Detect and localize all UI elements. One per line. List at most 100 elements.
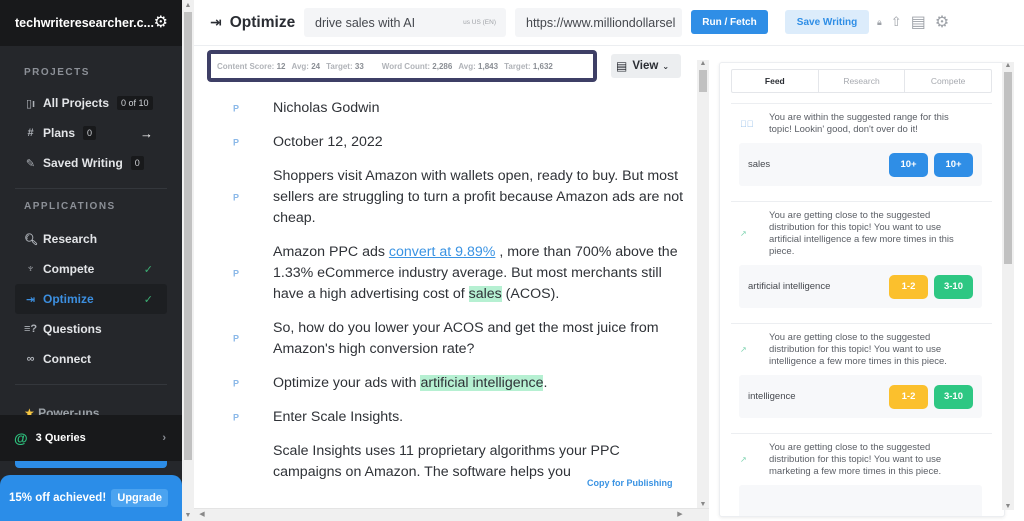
check-icon: ✓ (143, 263, 153, 276)
gear-icon[interactable]: ⚙ (154, 15, 168, 31)
paragraph-text: Amazon PPC ads (273, 244, 389, 260)
paragraph[interactable]: P So, how do you lower your ACOS and get… (194, 318, 697, 360)
document-icon[interactable]: ▤ (911, 12, 926, 32)
promo-text: 15% off achieved! (9, 492, 107, 504)
keyword-row (739, 485, 982, 516)
view-dropdown[interactable]: ▤ View ⌄ (611, 54, 681, 78)
scroll-up-icon[interactable]: ▲ (697, 60, 709, 67)
divider (15, 188, 167, 189)
paragraph[interactable]: P Amazon PPC ads convert at 9.89% , more… (194, 242, 697, 305)
paragraph[interactable]: P October 12, 2022 (194, 132, 697, 153)
org-name[interactable]: techwriteresearcher.c... (15, 16, 154, 30)
layout-icon: ▤ (616, 59, 628, 73)
scrollbar-thumb[interactable] (1004, 72, 1012, 264)
scroll-down-icon[interactable]: ▼ (697, 501, 709, 508)
queries-label: 3 Queries (35, 432, 86, 444)
scroll-left-icon[interactable]: ◀ (196, 510, 208, 518)
scroll-right-icon[interactable]: ▶ (674, 510, 686, 518)
projects-icon: ▯ı (25, 97, 36, 110)
panel-tabs: Feed Research Compete (731, 69, 992, 93)
scroll-down-icon[interactable]: ▼ (182, 512, 194, 519)
target-range-badge: 3-10 (934, 384, 973, 409)
feed-message: You are getting close to the suggested d… (769, 332, 947, 367)
sidebar-item-label: Compete (43, 262, 95, 276)
inline-link[interactable]: convert at 9.89% (389, 244, 495, 260)
sidebar-item-connect[interactable]: ∞ Connect (15, 344, 167, 374)
editor[interactable]: P Nicholas Godwin P October 12, 2022 P S… (194, 90, 697, 508)
feed-message: You are getting close to the suggested d… (769, 210, 954, 257)
scroll-up-icon[interactable]: ▲ (1002, 62, 1014, 69)
content-avg-value: 24 (311, 61, 321, 71)
arrow-right-icon[interactable]: → (140, 126, 153, 141)
paragraph[interactable]: P Nicholas Godwin (194, 98, 697, 119)
sidebar-item-compete[interactable]: ♆ Compete ✓ (15, 254, 167, 284)
keyword-highlight: sales (468, 286, 502, 302)
tab-research[interactable]: Research (819, 70, 906, 92)
metrics-bar: Content Score: 12 Avg: 24 Target: 33 Wor… (207, 50, 597, 82)
check-icon: ✓ (143, 293, 153, 306)
content-score-label: Content Score: (217, 61, 275, 71)
target-range-badge: 10+ (934, 152, 973, 177)
panel-scrollbar[interactable]: ▲ ▼ (1002, 62, 1014, 510)
copy-for-publishing-button[interactable]: Copy for Publishing (587, 478, 673, 488)
sidebar-item-all-projects[interactable]: ▯ı All Projects 0 of 10 (15, 88, 167, 118)
hash-icon: # (27, 127, 34, 139)
current-count-badge: 10+ (889, 152, 928, 177)
lock-icon[interactable]: 🔒︎ (877, 17, 882, 28)
upgrade-button[interactable]: Upgrade (111, 489, 168, 507)
sidebar-item-research[interactable]: 🔍︎ Research (15, 224, 167, 254)
sidebar-item-saved-writing[interactable]: ✎ Saved Writing 0 (15, 148, 167, 178)
paragraph-tag: P (233, 378, 240, 388)
chevron-down-icon: ⌄ (662, 61, 670, 71)
paragraph[interactable]: P Optimize your ads with artificial inte… (194, 373, 697, 394)
word-target-value: 1,632 (532, 61, 553, 71)
content-avg-label: Avg: (291, 61, 309, 71)
applications-heading: APPLICATIONS (24, 201, 116, 212)
app: techwriteresearcher.c... ⚙ PROJECTS ▯ı A… (0, 0, 1024, 521)
trend-up-icon: ↗ (740, 345, 747, 354)
upgrade-banner: 15% off achieved! Upgrade (0, 475, 182, 521)
keyword-input[interactable]: drive sales with AI us US (EN) (304, 8, 506, 37)
sidebar-item-label: Optimize (43, 292, 94, 306)
paragraph-text: Scale Insights uses 11 proprietary algor… (273, 443, 620, 480)
tab-compete[interactable]: Compete (905, 70, 991, 92)
save-writing-button[interactable]: Save Writing (785, 10, 869, 34)
sidebar-item-questions[interactable]: ≡? Questions (15, 314, 167, 344)
sidebar-item-label: Saved Writing (43, 156, 123, 170)
paragraph-tag: P (233, 137, 240, 147)
sidebar-scrollbar[interactable]: ▲ ▼ (182, 0, 194, 521)
word-target-label: Target: (504, 61, 531, 71)
keyword-row: sales 10+ 10+ (739, 143, 982, 186)
paragraph-tag: P (233, 103, 240, 113)
scrollbar-thumb[interactable] (184, 12, 192, 460)
locale-selector[interactable]: us US (EN) (463, 19, 496, 26)
scroll-down-icon[interactable]: ▼ (1002, 503, 1014, 510)
url-input[interactable]: https://www.milliondollarsel (515, 8, 682, 37)
horizontal-scrollbar[interactable]: ◀ ▶ (194, 508, 709, 521)
paragraph[interactable]: P Enter Scale Insights. (194, 407, 697, 428)
run-fetch-button[interactable]: Run / Fetch (691, 10, 768, 34)
sidebar-item-plans[interactable]: # Plans 0 → (15, 118, 167, 148)
gear-icon[interactable]: ⚙ (935, 12, 949, 32)
divider (15, 384, 167, 385)
count-badge: 0 (83, 126, 97, 140)
paragraph[interactable]: Scale Insights uses 11 proprietary algor… (194, 441, 697, 483)
sidebar-item-optimize[interactable]: ⇥ Optimize ✓ (15, 284, 167, 314)
scrollbar-thumb[interactable] (699, 70, 707, 92)
chevron-right-icon: › (162, 432, 166, 444)
optimize-icon: ⇥ (25, 293, 36, 306)
editor-scrollbar[interactable]: ▲ ▼ (697, 60, 709, 508)
share-icon[interactable]: ⇧ (891, 14, 902, 30)
sidebar-item-label: Plans (43, 126, 76, 140)
optimize-icon: ⇥ (210, 14, 222, 30)
at-icon: @ (14, 430, 28, 446)
queries-button[interactable]: @ 3 Queries › (0, 415, 182, 461)
feed-panel: Feed Research Compete ✓⃝ You are within … (719, 62, 1005, 517)
tab-feed[interactable]: Feed (732, 70, 819, 92)
paragraph-text: Optimize your ads with (273, 375, 421, 391)
scroll-up-icon[interactable]: ▲ (182, 2, 194, 9)
paragraph[interactable]: P Shoppers visit Amazon with wallets ope… (194, 166, 697, 229)
content-score-metrics: Content Score: 12 Avg: 24 Target: 33 (211, 62, 364, 71)
sidebar: techwriteresearcher.c... ⚙ PROJECTS ▯ı A… (0, 0, 182, 521)
trend-up-icon: ↗ (740, 455, 747, 464)
